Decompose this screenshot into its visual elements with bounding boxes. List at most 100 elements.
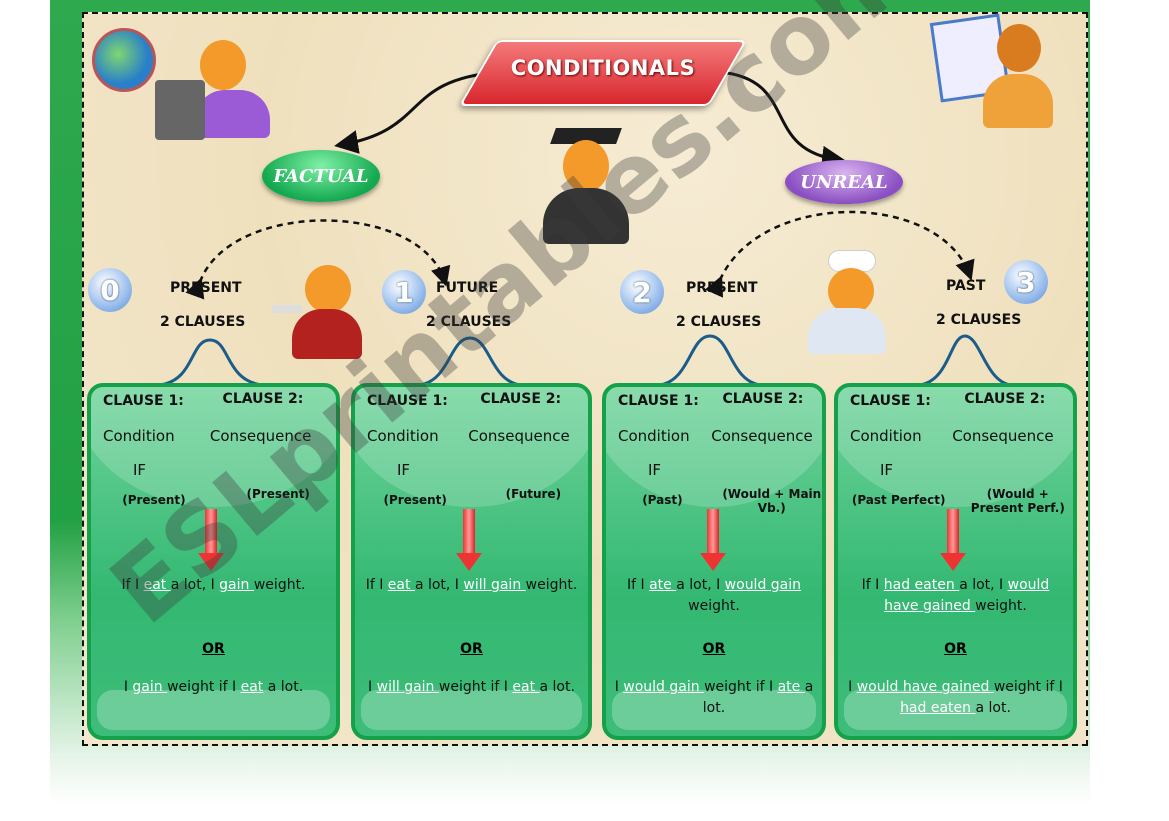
sentence-text: a lot. — [263, 679, 304, 695]
clauses-label: 2 CLAUSES — [676, 314, 762, 330]
verb-blank: eat — [387, 577, 415, 593]
verb-blank: ate — [649, 577, 677, 593]
title: CONDITIONALS — [510, 56, 696, 80]
verb-blank: eat — [240, 679, 264, 695]
example-sentence-1: If I had eaten a lot, I would have gaine… — [846, 575, 1065, 617]
clause2-tense: (Would + Present Perf.) — [970, 487, 1065, 515]
verb-blank: eat — [143, 577, 171, 593]
verb-blank: would gain — [724, 577, 802, 593]
sentence-text: If I — [365, 577, 388, 593]
down-arrow-icon — [456, 509, 483, 571]
clause1-tense: (Past Perfect) — [851, 493, 946, 507]
sentence-text: I — [368, 679, 377, 695]
sentence-text: a lot, I — [414, 577, 464, 593]
clause1-tense: (Present) — [383, 493, 447, 507]
unreal-badge: UNREAL — [785, 160, 903, 204]
clause2-label: CLAUSE 2: — [222, 391, 304, 407]
down-arrow-icon — [699, 509, 726, 571]
sentence-text: weight. — [688, 598, 740, 614]
sentence-text: If I — [121, 577, 144, 593]
condition-label: Condition — [367, 427, 439, 445]
clause2-tense: (Present) — [246, 487, 310, 501]
consequence-label: Consequence — [209, 427, 312, 445]
sentence-text: weight. — [975, 598, 1027, 614]
brace-3 — [659, 334, 761, 387]
number-badge-icon: 1 — [382, 270, 426, 314]
condition-label: Condition — [850, 427, 922, 445]
sentence-text: a lot. — [539, 679, 575, 695]
conditional-box-1: CLAUSE 1: CLAUSE 2: Condition Consequence IF… — [351, 383, 592, 740]
sentence-text: weight. — [525, 577, 578, 593]
if-label: IF — [880, 461, 894, 479]
sentence-text: I — [848, 679, 857, 695]
tense-label: PRESENT — [170, 280, 242, 296]
brace-1 — [159, 338, 263, 387]
verb-blank: will gain — [376, 679, 439, 695]
conditional-box-2: CLAUSE 1: CLAUSE 2: Condition Consequence IF… — [602, 383, 826, 740]
clause1-label: CLAUSE 1: — [367, 393, 448, 409]
sentence-text: a lot, I — [959, 577, 1008, 593]
down-arrow-icon — [940, 509, 967, 571]
waiter-icon — [272, 265, 362, 359]
clause1-label: CLAUSE 1: — [850, 393, 931, 409]
if-label: IF — [133, 461, 147, 479]
condition-label: Condition — [103, 427, 175, 445]
or-label: OR — [202, 641, 225, 657]
condition-label: Condition — [618, 427, 690, 445]
clause1-label: CLAUSE 1: — [103, 393, 184, 409]
sentence-text: weight if I — [167, 679, 241, 695]
clause1-label: CLAUSE 1: — [618, 393, 699, 409]
verb-blank: ate — [777, 679, 805, 695]
clause2-label: CLAUSE 2: — [964, 391, 1046, 407]
clause1-tense: (Present) — [122, 493, 186, 507]
sentence-text: If I — [861, 577, 884, 593]
example-sentence-2: I will gain weight if I eat a lot. — [363, 677, 580, 698]
example-sentence-1: If I eat a lot, I will gain weight. — [363, 575, 580, 596]
tense-label: FUTURE — [436, 280, 499, 296]
globe-icon — [92, 28, 156, 92]
or-label: OR — [702, 641, 726, 657]
tense-label: PAST — [946, 278, 986, 294]
teacher-icon — [929, 13, 1055, 130]
cook-icon — [808, 250, 886, 354]
example-sentence-1: If I eat a lot, I gain weight. — [99, 575, 328, 596]
example-sentence-1: If I ate a lot, I would gain weight. — [614, 575, 814, 617]
verb-blank: had eaten — [883, 577, 960, 593]
title-to-unreal-line — [719, 70, 846, 170]
consequence-label: Consequence — [711, 427, 813, 445]
sentence-text: a lot, I — [676, 577, 725, 593]
sentence-text: a lot, I — [170, 577, 220, 593]
clause2-tense: (Future) — [505, 487, 562, 501]
sentence-text: I — [614, 679, 624, 695]
example-sentence-2: I would gain weight if I ate a lot. — [614, 677, 814, 719]
clause2-label: CLAUSE 2: — [722, 391, 804, 407]
conditional-box-3: CLAUSE 1: CLAUSE 2: Condition Consequence IF… — [834, 383, 1077, 740]
clauses-label: 2 CLAUSES — [936, 312, 1022, 328]
clause2-label: CLAUSE 2: — [480, 391, 562, 407]
if-label: IF — [397, 461, 411, 479]
sentence-text: weight if I — [993, 679, 1063, 695]
conditional-box-0: CLAUSE 1: CLAUSE 2: Condition Consequence IF… — [87, 383, 340, 740]
clause2-tense: (Would + Main Vb.) — [722, 487, 822, 515]
number-badge-icon: 2 — [620, 270, 664, 314]
if-label: IF — [648, 461, 662, 479]
verb-blank: will gain — [463, 577, 526, 593]
verb-blank: gain — [132, 679, 168, 695]
factual-badge: FACTUAL — [262, 150, 380, 202]
sentence-text: weight. — [253, 577, 306, 593]
verb-blank: eat — [512, 679, 540, 695]
verb-blank: would gain — [623, 679, 705, 695]
or-label: OR — [944, 641, 967, 657]
verb-blank: would have gained — [856, 679, 994, 695]
example-sentence-2: I gain weight if I eat a lot. — [99, 677, 328, 698]
clauses-label: 2 CLAUSES — [426, 314, 512, 330]
or-label: OR — [460, 641, 483, 657]
sentence-text: weight if I — [704, 679, 778, 695]
consequence-label: Consequence — [468, 427, 570, 445]
verb-blank: had eaten — [900, 700, 976, 716]
graduate-icon — [543, 128, 629, 246]
verb-blank: gain — [219, 577, 254, 593]
sentence-text: a lot. — [975, 700, 1011, 716]
brace-2 — [419, 336, 521, 387]
example-sentence-2: I would have gained weight if I had eate… — [846, 677, 1065, 719]
